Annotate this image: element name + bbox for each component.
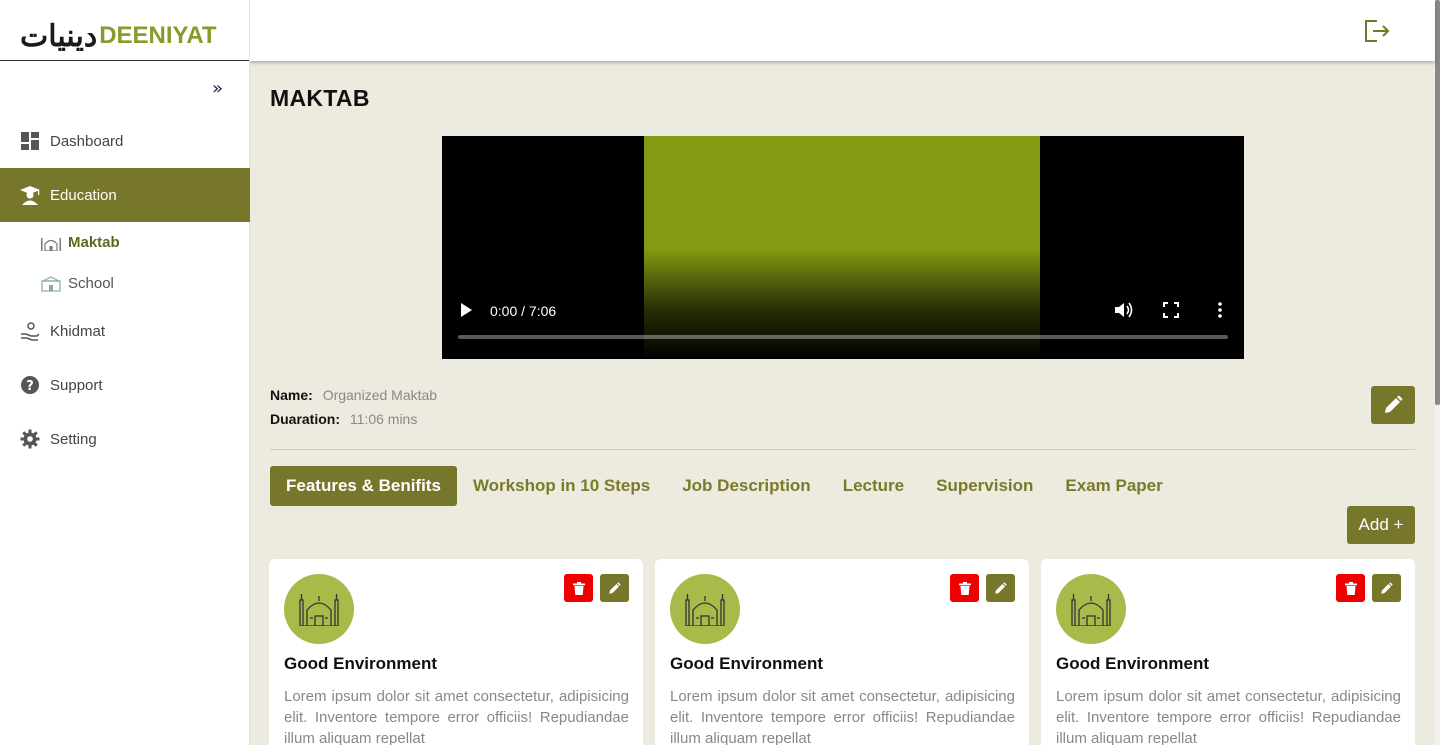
edit-card-button[interactable] [986, 574, 1015, 602]
page-title: MAKTAB [270, 85, 370, 111]
sidebar-item-label: Education [50, 186, 117, 204]
tab-supervision[interactable]: Supervision [920, 466, 1049, 506]
more-options-icon[interactable] [1214, 301, 1226, 319]
card-text: Lorem ipsum dolor sit amet consectetur, … [284, 688, 629, 745]
tab-job-description[interactable]: Job Description [666, 466, 826, 506]
card-list: Good Environment Lorem ipsum dolor sit a… [269, 559, 1415, 745]
card-title: Good Environment [670, 654, 823, 673]
top-bar [250, 0, 1435, 61]
play-icon[interactable] [458, 302, 474, 318]
logo-mark: دینیات DEENIYAT [20, 8, 217, 52]
video-progress-bar[interactable] [458, 335, 1228, 339]
graduate-icon [20, 185, 40, 205]
svg-text:?: ? [26, 379, 34, 394]
edit-card-button[interactable] [1372, 574, 1401, 602]
delete-card-button[interactable] [1336, 574, 1365, 602]
sidebar-nav: Dashboard Education Maktab School Khidma… [0, 114, 250, 466]
helping-hand-icon [20, 321, 40, 341]
pencil-icon [1385, 395, 1403, 413]
sidebar: دینیات DEENIYAT » Dashboard Education Ma… [0, 0, 250, 745]
sidebar-item-label: Dashboard [50, 132, 124, 150]
trash-icon [958, 581, 971, 595]
sidebar-item-support[interactable]: ? Support [0, 358, 250, 412]
logo-text: DEENIYAT [99, 22, 217, 49]
edit-card-button[interactable] [600, 574, 629, 602]
delete-card-button[interactable] [564, 574, 593, 602]
name-row: Name: Organized Maktab [270, 383, 437, 407]
edit-video-button[interactable] [1371, 386, 1415, 424]
tab-features-benifits[interactable]: Features & Benifits [270, 466, 457, 506]
trash-icon [572, 581, 585, 595]
sidebar-item-label: Khidmat [50, 322, 106, 340]
volume-icon[interactable] [1114, 301, 1134, 319]
video-player[interactable]: 0:00 / 7:06 [442, 136, 1244, 359]
add-button[interactable]: Add + [1347, 506, 1415, 544]
fullscreen-icon[interactable] [1163, 302, 1179, 318]
card-title: Good Environment [1056, 654, 1209, 673]
name-label: Name: [270, 387, 313, 403]
pencil-icon [995, 581, 1007, 594]
sidebar-subitem-label: School [68, 275, 114, 292]
card-text: Lorem ipsum dolor sit amet consectetur, … [670, 688, 1015, 745]
card-title: Good Environment [284, 654, 437, 673]
tab-bar: Features & Benifits Workshop in 10 Steps… [270, 466, 1179, 506]
sidebar-item-education[interactable]: Education [0, 168, 250, 222]
expand-sidebar-icon[interactable]: » [212, 78, 223, 99]
feature-card: Good Environment Lorem ipsum dolor sit a… [1041, 559, 1415, 745]
section-divider [270, 449, 1415, 450]
mosque-icon [284, 574, 354, 644]
logout-icon[interactable] [1363, 18, 1391, 44]
sidebar-subitem-school[interactable]: School [0, 263, 250, 304]
sidebar-item-khidmat[interactable]: Khidmat [0, 304, 250, 358]
video-info: Name: Organized Maktab Duaration: 11:06 … [270, 383, 437, 431]
name-value: Organized Maktab [322, 387, 438, 403]
logo-arabic: دینیات [20, 19, 98, 54]
feature-card: Good Environment Lorem ipsum dolor sit a… [269, 559, 643, 745]
pencil-icon [609, 581, 621, 594]
mosque-icon [670, 574, 740, 644]
tab-workshop[interactable]: Workshop in 10 Steps [457, 466, 666, 506]
mosque-icon [1056, 574, 1126, 644]
duration-value: 11:06 mins [349, 411, 418, 427]
delete-card-button[interactable] [950, 574, 979, 602]
question-icon: ? [20, 375, 40, 395]
tab-lecture[interactable]: Lecture [827, 466, 920, 506]
trash-icon [1344, 581, 1357, 595]
sidebar-subitem-maktab[interactable]: Maktab [0, 222, 250, 263]
tab-exam-paper[interactable]: Exam Paper [1049, 466, 1178, 506]
brand-logo[interactable]: دینیات DEENIYAT [0, 0, 249, 61]
mosque-icon [40, 235, 62, 251]
page-scrollbar[interactable] [1435, 0, 1440, 745]
card-text: Lorem ipsum dolor sit amet consectetur, … [1056, 688, 1401, 745]
sidebar-item-dashboard[interactable]: Dashboard [0, 114, 250, 168]
sidebar-item-setting[interactable]: Setting [0, 412, 250, 466]
pencil-icon [1381, 581, 1393, 594]
school-icon [40, 275, 62, 292]
duration-row: Duaration: 11:06 mins [270, 407, 437, 431]
gear-icon [20, 429, 40, 449]
duration-label: Duaration: [270, 411, 340, 427]
dashboard-icon [20, 131, 40, 151]
sidebar-item-label: Setting [50, 430, 97, 448]
feature-card: Good Environment Lorem ipsum dolor sit a… [655, 559, 1029, 745]
video-time: 0:00 / 7:06 [490, 303, 557, 319]
scrollbar-thumb[interactable] [1435, 0, 1440, 405]
sidebar-item-label: Support [50, 376, 103, 394]
sidebar-subitem-label: Maktab [68, 234, 120, 251]
